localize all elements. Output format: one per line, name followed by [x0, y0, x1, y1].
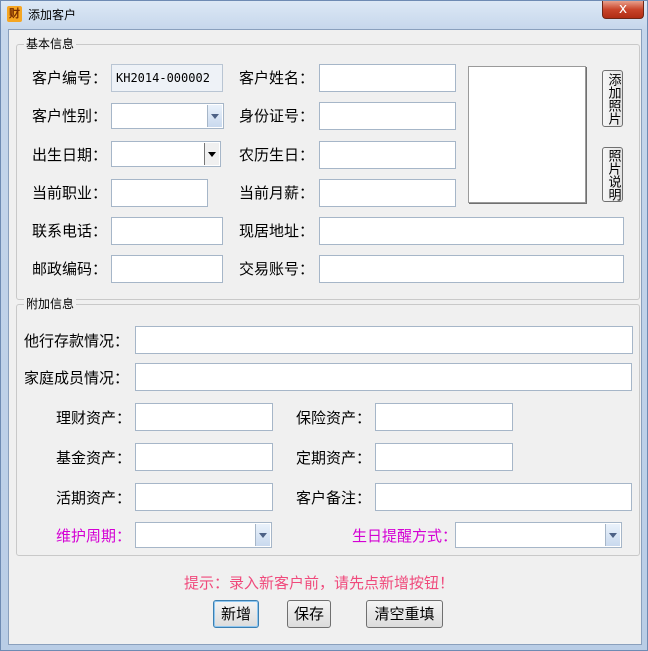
basic-info-title: 基本信息: [24, 37, 77, 51]
wealth-assets-label: 理财资产：: [56, 409, 132, 427]
app-icon: 财: [7, 6, 22, 22]
wealth-assets-field[interactable]: [135, 403, 273, 431]
postcode-field[interactable]: [111, 255, 223, 283]
salary-field[interactable]: [319, 179, 456, 207]
chevron-down-icon[interactable]: [204, 143, 219, 165]
fixed-assets-label: 定期资产：: [296, 449, 372, 467]
add-button[interactable]: 新增: [213, 600, 259, 628]
lunar-birthday-label: 农历生日：: [239, 146, 315, 164]
gender-select[interactable]: [111, 103, 224, 129]
photo-description-button[interactable]: 照片说明: [602, 147, 623, 202]
close-icon: x: [618, 1, 628, 17]
occupation-field[interactable]: [111, 179, 208, 207]
demand-assets-label: 活期资产：: [56, 489, 132, 507]
postcode-label: 邮政编码：: [32, 260, 108, 278]
other-bank-deposit-field[interactable]: [135, 326, 633, 354]
insurance-assets-label: 保险资产：: [296, 409, 372, 427]
address-field[interactable]: [319, 217, 624, 245]
fund-assets-field[interactable]: [135, 443, 273, 471]
hint-text: 提示：录入新客户前，请先点新增按钮！: [184, 574, 455, 592]
photo-box[interactable]: [468, 66, 586, 203]
other-bank-deposit-label: 他行存款情况：: [24, 332, 130, 350]
salary-label: 当前月薪：: [239, 184, 315, 202]
maintenance-cycle-select[interactable]: [135, 522, 272, 548]
customer-name-label: 客户姓名：: [239, 69, 315, 87]
maintenance-cycle-label: 维护周期：: [56, 527, 132, 545]
dialog-body: 基本信息 客户编号： KH2014-000002 客户姓名： 客户性别： 身份证…: [8, 29, 642, 645]
close-button[interactable]: x: [602, 1, 644, 19]
fixed-assets-field[interactable]: [375, 443, 513, 471]
id-no-label: 身份证号：: [239, 107, 315, 125]
insurance-assets-field[interactable]: [375, 403, 513, 431]
birth-date-picker[interactable]: [111, 141, 221, 167]
customer-no-field[interactable]: KH2014-000002: [111, 64, 223, 92]
demand-assets-field[interactable]: [135, 483, 273, 511]
birthday-reminder-select[interactable]: [455, 522, 622, 548]
phone-label: 联系电话：: [32, 222, 108, 240]
id-no-field[interactable]: [319, 102, 456, 130]
account-label: 交易账号：: [239, 260, 315, 278]
chevron-down-icon[interactable]: [255, 524, 270, 546]
customer-name-field[interactable]: [319, 64, 456, 92]
title-bar[interactable]: 财 添加客户 x: [1, 1, 647, 29]
birth-date-label: 出生日期：: [32, 146, 108, 164]
remarks-label: 客户备注：: [296, 489, 372, 507]
window: 财 添加客户 x 基本信息 客户编号： KH2014-000002 客户姓名： …: [0, 0, 648, 651]
family-members-field[interactable]: [135, 363, 632, 391]
lunar-birthday-field[interactable]: [319, 141, 456, 169]
chevron-down-icon[interactable]: [605, 524, 620, 546]
account-field[interactable]: [319, 255, 624, 283]
gender-label: 客户性别：: [32, 107, 108, 125]
family-members-label: 家庭成员情况：: [24, 369, 130, 387]
save-button[interactable]: 保存: [287, 600, 331, 628]
customer-no-label: 客户编号：: [32, 69, 108, 87]
extra-info-group: 附加信息 他行存款情况： 家庭成员情况： 理财资产： 保险资产： 基金资产： 定…: [16, 297, 640, 556]
fund-assets-label: 基金资产：: [56, 449, 132, 467]
add-photo-button[interactable]: 添加照片: [602, 70, 623, 127]
basic-info-group: 基本信息 客户编号： KH2014-000002 客户姓名： 客户性别： 身份证…: [16, 37, 640, 300]
window-title: 添加客户: [28, 8, 77, 22]
address-label: 现居地址：: [239, 222, 315, 240]
birthday-reminder-label: 生日提醒方式：: [352, 527, 458, 545]
occupation-label: 当前职业：: [32, 184, 108, 202]
phone-field[interactable]: [111, 217, 223, 245]
extra-info-title: 附加信息: [24, 297, 77, 311]
chevron-down-icon[interactable]: [207, 105, 222, 127]
remarks-field[interactable]: [375, 483, 632, 511]
clear-button[interactable]: 清空重填: [366, 600, 443, 628]
